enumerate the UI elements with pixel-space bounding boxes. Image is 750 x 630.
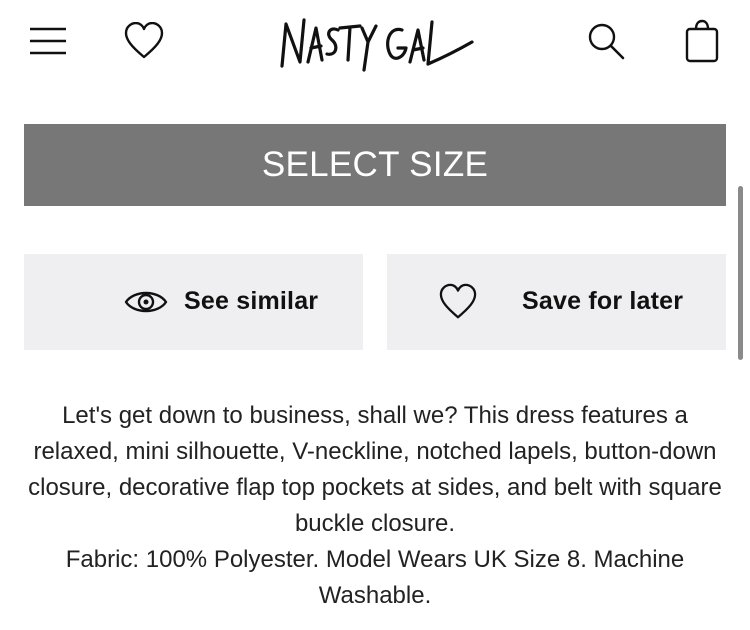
save-for-later-button[interactable]: Save for later [387,254,726,350]
product-description: Let's get down to business, shall we? Th… [20,398,730,614]
menu-button[interactable] [28,22,68,60]
heart-icon [439,283,477,321]
search-icon [588,23,625,60]
select-size-button[interactable]: SELECT SIZE [24,124,726,206]
shopping-bag-icon [685,19,719,63]
hamburger-menu-icon [30,27,66,55]
save-for-later-label: Save for later [522,287,684,315]
see-similar-button[interactable]: See similar [24,254,363,350]
site-header [0,0,750,90]
eye-icon [124,284,168,320]
see-similar-label: See similar [184,287,319,315]
brand-logo[interactable] [272,8,478,78]
shopping-bag-button[interactable] [682,18,722,64]
search-button[interactable] [584,20,628,62]
scrollbar-thumb[interactable] [738,186,743,360]
heart-icon [124,22,164,59]
description-text: Let's get down to business, shall we? Th… [28,402,722,537]
wishlist-button[interactable] [122,20,166,62]
fabric-care-text: Fabric: 100% Polyester. Model Wears UK S… [65,546,685,609]
